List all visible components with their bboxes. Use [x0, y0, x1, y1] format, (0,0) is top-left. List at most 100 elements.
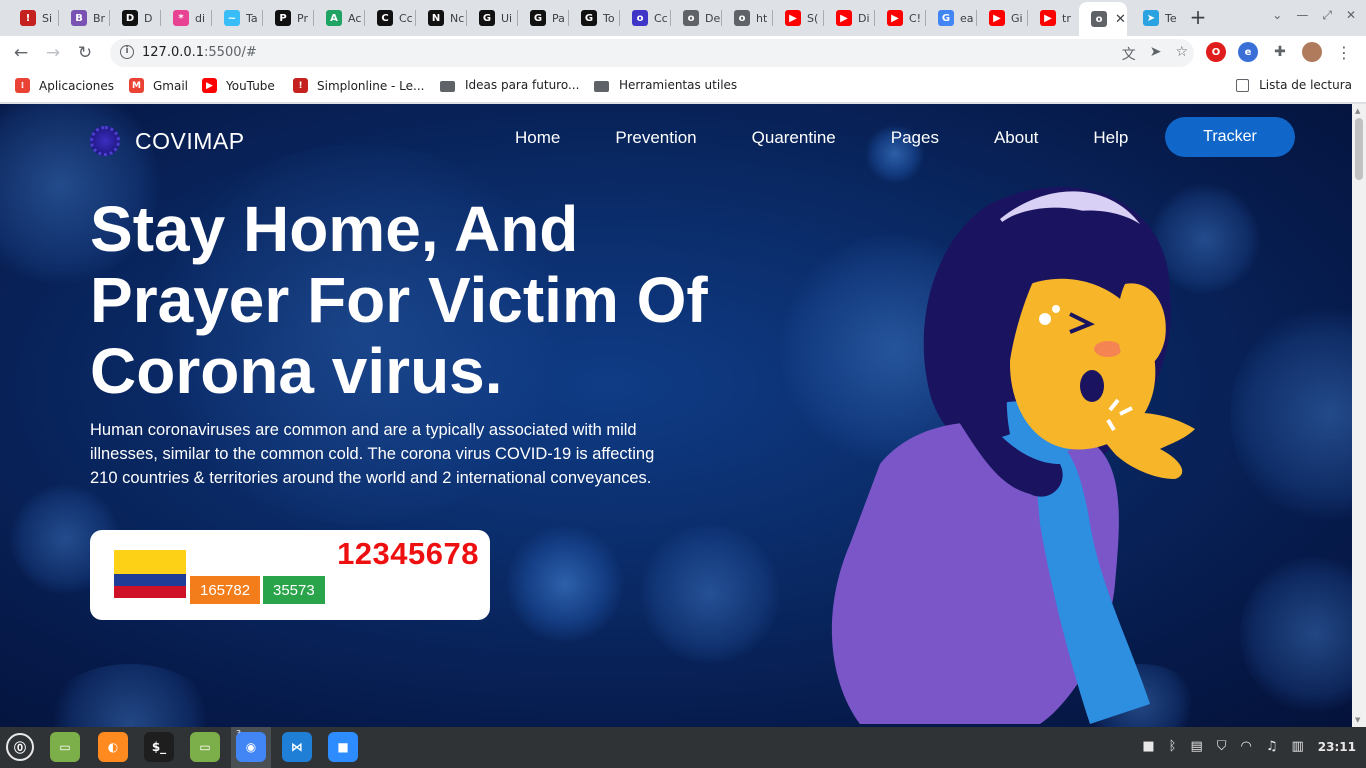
- tab-title: S(: [807, 11, 819, 25]
- bookmark-star-icon[interactable]: ☆: [1175, 44, 1188, 64]
- browser-tab[interactable]: ~ Ta: [212, 4, 261, 32]
- bookmark-item[interactable]: Herramientas utiles: [594, 78, 737, 92]
- browser-tab[interactable]: ➤ Te: [1131, 4, 1180, 32]
- extensions-puzzle-icon[interactable]: ✚: [1270, 42, 1290, 62]
- virus-logo-icon: [90, 126, 120, 156]
- scroll-up-icon[interactable]: ▲: [1355, 107, 1360, 115]
- site-info-icon[interactable]: i: [120, 45, 134, 59]
- chrome-icon[interactable]: ◉: [236, 732, 266, 762]
- folder-icon[interactable]: ▭: [190, 732, 220, 762]
- folder-icon: [594, 80, 609, 92]
- files-icon[interactable]: ▭: [50, 732, 80, 762]
- translate-icon[interactable]: 文: [1122, 44, 1136, 64]
- reload-icon[interactable]: ↻: [72, 40, 98, 66]
- browser-tab[interactable]: A Ac: [314, 4, 363, 32]
- bookmark-item[interactable]: ⁞ Aplicaciones: [15, 78, 114, 93]
- tab-title: Ta: [246, 11, 258, 25]
- colombia-flag-icon: [114, 550, 186, 598]
- music-icon[interactable]: ♫: [1266, 739, 1278, 754]
- virus-decoration: [40, 664, 220, 727]
- site-brand[interactable]: COVIMAP: [90, 126, 245, 156]
- browser-tab[interactable]: o De: [671, 4, 720, 32]
- browser-tab[interactable]: P Pr: [263, 4, 312, 32]
- zoom-tray-icon[interactable]: ■: [1142, 739, 1154, 754]
- bookmark-label: Ideas para futuro...: [465, 78, 580, 92]
- cases-badge: 165782: [190, 576, 261, 604]
- browser-tab[interactable]: DD: [110, 4, 159, 32]
- wifi-icon[interactable]: ◠: [1241, 739, 1252, 754]
- browser-tab[interactable]: G Pa: [518, 4, 567, 32]
- browser-tab[interactable]: Gea: [926, 4, 975, 32]
- nav-home[interactable]: Home: [515, 128, 560, 148]
- bookmark-item[interactable]: M Gmail: [129, 78, 188, 93]
- opera-extension-icon[interactable]: O: [1206, 42, 1226, 62]
- browser-tab[interactable]: * di: [161, 4, 210, 32]
- tab-title: Pa: [552, 11, 565, 25]
- mint-menu-icon[interactable]: ⓪: [6, 733, 34, 761]
- browser-tab[interactable]: G Ui: [467, 4, 516, 32]
- browser-tab[interactable]: ! Si: [8, 4, 57, 32]
- nav-prevention[interactable]: Prevention: [615, 128, 696, 148]
- bluetooth-icon[interactable]: ᛒ: [1169, 739, 1177, 754]
- nav-help[interactable]: Help: [1093, 128, 1128, 148]
- nav-pages[interactable]: Pages: [891, 128, 939, 148]
- edit-extension-icon[interactable]: e: [1238, 42, 1258, 62]
- close-tab-icon[interactable]: ✕: [1115, 12, 1126, 27]
- clipboard-icon[interactable]: ▤: [1190, 739, 1202, 754]
- scroll-down-icon[interactable]: ▼: [1355, 716, 1360, 724]
- forward-icon[interactable]: →: [40, 40, 66, 66]
- browser-tab[interactable]: G To: [569, 4, 618, 32]
- browser-tab[interactable]: ▶ tr: [1028, 4, 1077, 32]
- youtube-icon: ▶: [989, 10, 1005, 26]
- chevron-down-icon[interactable]: ⌄: [1272, 8, 1282, 23]
- reading-list-label: Lista de lectura: [1259, 78, 1352, 92]
- scrollbar-thumb[interactable]: [1355, 118, 1363, 180]
- close-window-icon[interactable]: ✕: [1346, 8, 1356, 23]
- reading-list[interactable]: Lista de lectura: [1236, 78, 1352, 92]
- browser-tab[interactable]: o ht: [722, 4, 771, 32]
- firefox-icon[interactable]: ◐: [98, 732, 128, 762]
- browser-tab[interactable]: C Cc: [365, 4, 414, 32]
- browser-tab[interactable]: ▶ Gi: [977, 4, 1026, 32]
- shield-icon[interactable]: ⛉: [1217, 739, 1227, 754]
- send-icon[interactable]: ➤: [1150, 44, 1162, 64]
- restore-icon[interactable]: ⤢: [1322, 8, 1332, 23]
- bookmark-item[interactable]: Ideas para futuro...: [440, 78, 579, 92]
- bookmark-item[interactable]: ! Simplonline - Le...: [293, 78, 424, 93]
- bookmark-item[interactable]: ▶ YouTube: [202, 78, 275, 93]
- terminal-icon[interactable]: $_: [144, 732, 174, 762]
- github-icon: G: [530, 10, 546, 26]
- folder-icon: [440, 80, 455, 92]
- url-text[interactable]: 127.0.0.1:5500/#: [142, 45, 257, 60]
- zoom-icon[interactable]: ■: [328, 732, 358, 762]
- minimize-icon[interactable]: —: [1296, 8, 1308, 23]
- trash-icon[interactable]: ▥: [1292, 739, 1304, 754]
- clock[interactable]: 23:11: [1318, 740, 1356, 754]
- tracker-button[interactable]: Tracker: [1165, 117, 1295, 157]
- virus-decoration: [640, 524, 780, 664]
- browser-tab[interactable]: ▶ C!: [875, 4, 924, 32]
- address-bar[interactable]: i 127.0.0.1:5500/# 文 ➤ ☆: [110, 39, 1194, 67]
- new-tab-icon[interactable]: +: [1186, 6, 1210, 30]
- virus-icon: o: [632, 10, 648, 26]
- bootstrap-icon: B: [71, 10, 87, 26]
- profile-avatar[interactable]: [1302, 42, 1322, 62]
- browser-tab[interactable]: o ✕: [1079, 2, 1127, 36]
- globe-icon: o: [734, 10, 750, 26]
- browser-tab[interactable]: ▶ S(: [773, 4, 822, 32]
- bookmarks-bar: Lista de lectura ⁞ Aplicaciones M Gmail ▶ You…: [0, 70, 1366, 103]
- gmail-icon: M: [129, 78, 144, 93]
- nav-quarentine[interactable]: Quarentine: [752, 128, 836, 148]
- vscode-icon[interactable]: ⋈: [282, 732, 312, 762]
- browser-menu-icon[interactable]: ⋮: [1336, 43, 1352, 62]
- tab-title: To: [603, 11, 615, 25]
- browser-tab[interactable]: ▶ Di: [824, 4, 873, 32]
- page-scrollbar[interactable]: ▲ ▼: [1352, 104, 1366, 727]
- back-icon[interactable]: ←: [8, 40, 34, 66]
- window-controls: ⌄ — ⤢ ✕: [1272, 8, 1356, 23]
- nav-about[interactable]: About: [994, 128, 1038, 148]
- browser-tab[interactable]: o Cc: [620, 4, 669, 32]
- browser-tab[interactable]: B Br: [59, 4, 108, 32]
- asterisk-icon: *: [173, 10, 189, 26]
- browser-tab[interactable]: N Nc: [416, 4, 465, 32]
